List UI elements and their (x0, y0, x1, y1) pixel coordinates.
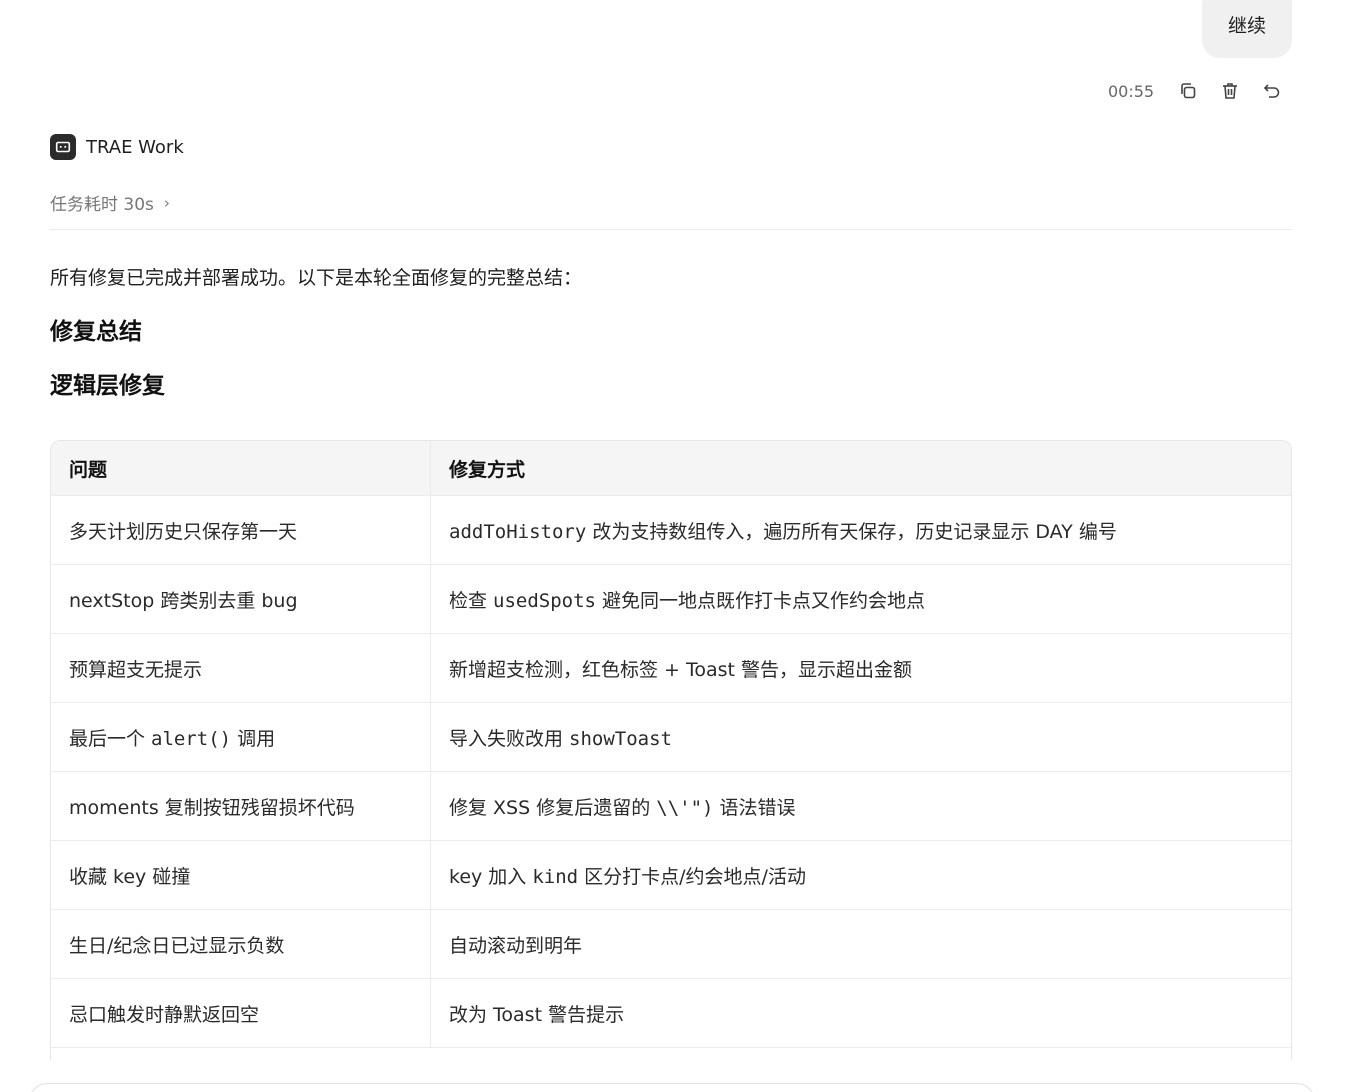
table-row: 预算超支无提示 新增超支检测，红色标签 + Toast 警告，显示超出金额 (51, 633, 1291, 703)
agent-header: TRAE Work (50, 134, 184, 160)
user-message-text: 继续 (1227, 15, 1266, 37)
table-header-row: 问题 修复方式 (51, 441, 1291, 496)
cell-text: 最后一个 (69, 727, 152, 750)
table-row: 忌口触发时静默返回空 改为 Toast 警告提示 (51, 978, 1291, 1048)
table-row: 最后一个 alert() 调用 导入失败改用 showToast (51, 702, 1291, 772)
cell-text: 自动滚动到明年 (449, 934, 583, 957)
cell-text: 多天计划历史只保存第一天 (69, 520, 298, 543)
cell-text: 生日/纪念日已过显示负数 (69, 934, 285, 957)
chevron-right-icon: › (163, 193, 170, 212)
copy-icon[interactable] (1176, 79, 1200, 103)
cell-text: 区分打卡点/约会地点/活动 (578, 865, 806, 888)
cell-text: 语法错误 (713, 796, 796, 819)
issue-cell: nextStop 跨类别去重 bug (51, 564, 431, 634)
fixes-table: 问题 修复方式 多天计划历史只保存第一天 addToHistory 改为支持数组传… (51, 441, 1291, 1048)
issue-cell: moments 复制按钮残留损坏代码 (51, 771, 431, 841)
issue-cell: 生日/纪念日已过显示负数 (51, 909, 431, 979)
message-actions: 00:55 (1108, 78, 1284, 104)
inline-code: \\'") (656, 796, 714, 819)
table-row: nextStop 跨类别去重 bug 检查 usedSpots 避免同一地点既作打… (51, 564, 1291, 634)
table-row: 多天计划历史只保存第一天 addToHistory 改为支持数组传入，遍历所有天保… (51, 495, 1291, 565)
heading-logic-fixes: 逻辑层修复 (50, 373, 165, 399)
heading-summary: 修复总结 (50, 319, 142, 345)
column-header-fix: 修复方式 (430, 441, 1291, 496)
cell-text: 预算超支无提示 (69, 658, 203, 681)
inline-code: showToast (569, 727, 672, 750)
trae-logo-icon (50, 134, 76, 160)
fix-cell: 改为 Toast 警告提示 (430, 978, 1291, 1048)
issue-cell: 收藏 key 碰撞 (51, 840, 431, 910)
cell-text: 改为支持数组传入，遍历所有天保存，历史记录显示 DAY 编号 (586, 520, 1117, 543)
divider (50, 229, 1292, 230)
fix-cell: 修复 XSS 修复后遗留的 \\'") 语法错误 (430, 771, 1291, 841)
cell-text: 忌口触发时静默返回空 (69, 1003, 260, 1026)
issue-cell: 预算超支无提示 (51, 633, 431, 703)
fix-cell: 导入失败改用 showToast (430, 702, 1291, 772)
cell-text: 调用 (231, 727, 276, 750)
inline-code: alert() (151, 727, 232, 750)
table-row: moments 复制按钮残留损坏代码 修复 XSS 修复后遗留的 \\'") 语法… (51, 771, 1291, 841)
issue-cell: 忌口触发时静默返回空 (51, 978, 431, 1048)
cell-text: 检查 (449, 589, 494, 612)
table-row: 收藏 key 碰撞 key 加入 kind 区分打卡点/约会地点/活动 (51, 840, 1291, 910)
cell-text: nextStop 跨类别去重 bug (69, 589, 298, 612)
cell-text: 改为 Toast 警告提示 (449, 1003, 625, 1026)
undo-icon[interactable] (1260, 79, 1284, 103)
trash-icon[interactable] (1218, 79, 1242, 103)
inline-code: addToHistory (449, 520, 587, 543)
fix-cell: 新增超支检测，红色标签 + Toast 警告，显示超出金额 (430, 633, 1291, 703)
cell-text: moments 复制按钮残留损坏代码 (69, 796, 355, 819)
fix-cell: 自动滚动到明年 (430, 909, 1291, 979)
column-header-issue: 问题 (51, 441, 431, 496)
cell-text: 导入失败改用 (449, 727, 570, 750)
chat-page: 继续 00:55 TRAE Work 任务耗时 30s › 所有修复已完成并部署… (0, 0, 1360, 1092)
inline-code: kind (532, 865, 579, 888)
agent-name: TRAE Work (86, 136, 184, 158)
issue-cell: 多天计划历史只保存第一天 (51, 495, 431, 565)
chat-input-box[interactable] (28, 1083, 1316, 1092)
cell-text: 新增超支检测，红色标签 + Toast 警告，显示超出金额 (449, 658, 913, 681)
message-time: 00:55 (1108, 81, 1155, 101)
cell-text: key 加入 (449, 865, 533, 888)
user-message-bubble: 继续 (1202, 0, 1292, 58)
task-duration-toggle[interactable]: 任务耗时 30s › (50, 190, 170, 216)
table-body: 多天计划历史只保存第一天 addToHistory 改为支持数组传入，遍历所有天保… (51, 495, 1291, 1048)
fix-cell: key 加入 kind 区分打卡点/约会地点/活动 (430, 840, 1291, 910)
task-duration-label: 任务耗时 30s (50, 195, 154, 215)
inline-code: usedSpots (493, 589, 596, 612)
fix-cell: 检查 usedSpots 避免同一地点既作打卡点又作约会地点 (430, 564, 1291, 634)
table-row: 生日/纪念日已过显示负数 自动滚动到明年 (51, 909, 1291, 979)
cell-text: 避免同一地点既作打卡点又作约会地点 (596, 589, 926, 612)
cell-text: 修复 XSS 修复后遗留的 (449, 796, 657, 819)
cell-text: 收藏 key 碰撞 (69, 865, 191, 888)
summary-intro: 所有修复已完成并部署成功。以下是本轮全面修复的完整总结： (50, 267, 583, 289)
fix-cell: addToHistory 改为支持数组传入，遍历所有天保存，历史记录显示 DAY… (430, 495, 1291, 565)
issue-cell: 最后一个 alert() 调用 (51, 702, 431, 772)
fixes-table-container: 问题 修复方式 多天计划历史只保存第一天 addToHistory 改为支持数组传… (50, 440, 1292, 1060)
